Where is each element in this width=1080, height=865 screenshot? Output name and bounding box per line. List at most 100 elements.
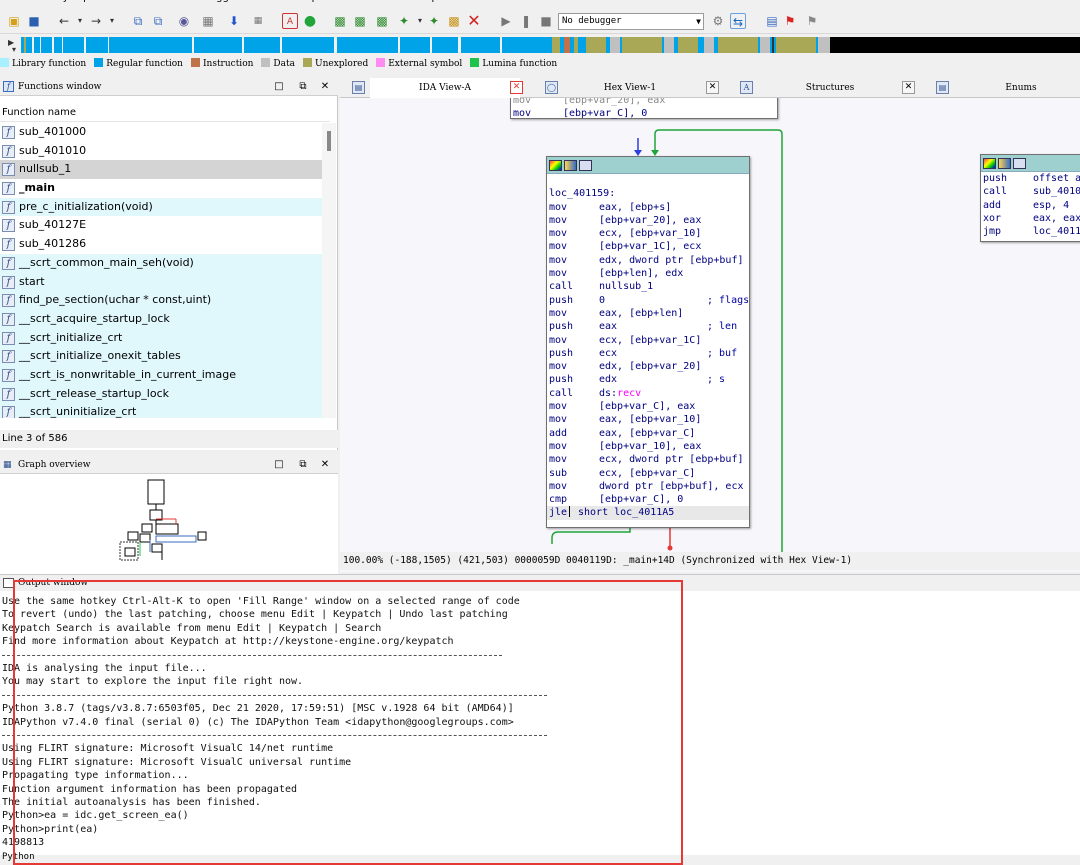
asm-line[interactable]: mov eax, [ebp+var_10] [547, 413, 749, 426]
scrollbar-thumb[interactable] [327, 131, 331, 151]
asm-line[interactable]: cmp [ebp+var_C], 0 [547, 493, 749, 506]
node-color-icon[interactable] [983, 158, 996, 169]
asm-line[interactable]: mov eax, [ebp+len] [547, 307, 749, 320]
binary-search-icon[interactable]: ▦ [250, 13, 266, 29]
breakpoint-icon[interactable]: ⚑ [782, 13, 798, 29]
node-header[interactable] [547, 157, 749, 174]
tab-close-icon[interactable]: ✕ [510, 81, 523, 94]
asm-line[interactable]: xor eax, eax [981, 212, 1080, 225]
menu-item-edit[interactable]: Edit [31, 0, 50, 3]
navigation-strip[interactable] [18, 37, 1080, 53]
chart-icon[interactable]: ▩ [446, 13, 462, 29]
asm-line[interactable]: mov edx, [ebp+var_20] [547, 360, 749, 373]
paste-icon[interactable]: ⧉ [150, 13, 166, 29]
asm-line[interactable]: mov [ebp+var_20], eax [547, 214, 749, 227]
asm-line[interactable]: mov ecx, [ebp+var_10] [547, 227, 749, 240]
menu-item-debugger[interactable]: Debugger [190, 0, 240, 3]
minimize-icon[interactable]: □ [272, 78, 286, 96]
asm-line[interactable]: mov [ebp+len], edx [547, 267, 749, 280]
graph-icon-1[interactable]: ▩ [332, 13, 348, 29]
node-group-icon[interactable] [1013, 158, 1026, 169]
asm-line[interactable]: add esp, 4 [981, 199, 1080, 212]
tab-ida-view-a[interactable]: IDA View-A [370, 78, 520, 98]
function-list-item[interactable]: f find_pe_section(uchar * const,uint) [0, 291, 322, 310]
function-list-item[interactable]: f pre_c_initialization(void) [0, 197, 322, 217]
flow-chart-icon[interactable]: ▩ [374, 13, 390, 29]
function-list-item[interactable]: f __scrt_release_startup_lock [0, 384, 322, 404]
graph-view[interactable]: mov [ebp+var_20], eax mov [ebp+var_C], 0 l… [340, 98, 1080, 552]
forward-icon[interactable]: → [88, 13, 104, 29]
function-list-item[interactable]: f __scrt_common_main_seh(void) [0, 253, 322, 273]
menu-item-search[interactable]: Search [104, 0, 138, 3]
float-icon[interactable]: ⧉ [296, 456, 310, 474]
close-icon[interactable]: ✕ [318, 78, 332, 96]
proximity-icon[interactable]: ✦ [396, 13, 412, 29]
asm-line[interactable]: mov dword ptr [ebp+buf], ecx [547, 480, 749, 493]
function-list-item[interactable]: f __scrt_uninitialize_crt [0, 403, 322, 418]
navigation-band[interactable]: ▶ ▾ [0, 34, 1080, 56]
asm-line[interactable]: jmp loc_4011 [981, 225, 1080, 238]
asm-line[interactable]: push ecx ; buf [547, 347, 749, 360]
function-list-item[interactable]: f sub_40127E [0, 216, 322, 235]
node-graph-icon[interactable] [564, 160, 577, 171]
node-color-icon[interactable] [549, 160, 562, 171]
menu-item-view[interactable]: View [152, 0, 176, 3]
open-folder-icon[interactable]: ▣ [6, 13, 22, 29]
function-list-item[interactable]: f sub_401010 [0, 142, 322, 161]
asm-line[interactable]: mov ecx, [ebp+var_1C] [547, 334, 749, 347]
function-list-item[interactable]: f __scrt_acquire_startup_lock [0, 309, 322, 329]
pause-icon[interactable]: ❚ [518, 13, 534, 29]
copy-icon[interactable]: ⧉ [130, 13, 146, 29]
down-arrow-icon[interactable]: ⬇ [226, 13, 242, 29]
play-icon[interactable]: ▶ [498, 13, 514, 29]
top-code-block[interactable]: mov [ebp+var_20], eax mov [ebp+var_C], 0 [510, 98, 778, 119]
main-code-block[interactable]: loc_401159: mov eax, [ebp+s] mov [ebp+var_2… [546, 156, 750, 528]
xref-icon[interactable]: ✦ [426, 13, 442, 29]
window-icon[interactable]: ▤ [764, 13, 780, 29]
right-code-block[interactable]: push offset a call sub_4010 add esp, 4 xor eax,… [980, 154, 1080, 242]
asm-line[interactable]: mov [ebp+var_10], eax [547, 440, 749, 453]
asm-line[interactable]: push edx ; s [547, 373, 749, 386]
function-list-item[interactable]: f start [0, 272, 322, 292]
asm-line[interactable]: mov [ebp+var_1C], ecx [547, 240, 749, 253]
node-graph-icon[interactable] [998, 158, 1011, 169]
asm-line[interactable]: mov edx, dword ptr [ebp+buf] [547, 254, 749, 267]
node-header[interactable] [981, 155, 1080, 172]
asm-line[interactable]: call nullsub_1 [547, 280, 749, 293]
menu-item-lumina[interactable]: Lumina [253, 0, 290, 3]
asm-line[interactable]: push eax ; len [547, 320, 749, 333]
close-icon[interactable]: ✕ [318, 456, 332, 474]
menu-item-file[interactable]: File [0, 0, 17, 3]
function-list-item[interactable]: f _main [0, 179, 322, 198]
graph-icon-2[interactable]: ▩ [352, 13, 368, 29]
asm-line[interactable]: jle short loc_4011A5 [547, 506, 749, 520]
trace-icon[interactable]: ⚑ [804, 13, 820, 29]
text-search-icon[interactable]: ▦ [200, 13, 216, 29]
python-prompt[interactable]: Python [0, 852, 1080, 863]
asm-line[interactable]: mov eax, [ebp+s] [547, 201, 749, 214]
function-name-column-header[interactable]: Function name [0, 104, 330, 122]
binoculars-icon[interactable]: ◉ [176, 13, 192, 29]
function-list-item[interactable]: f __scrt_is_nonwritable_in_current_image [0, 365, 322, 385]
tab-enums[interactable]: Enums [956, 78, 1080, 98]
run-script-icon[interactable]: ● [302, 13, 318, 29]
back-icon[interactable]: ← [56, 13, 72, 29]
tab-structures[interactable]: Structures [760, 78, 900, 98]
asm-line[interactable]: push 0 ; flags [547, 294, 749, 307]
node-group-icon[interactable] [579, 160, 592, 171]
asm-line[interactable]: push offset a [981, 172, 1080, 185]
debugger-select[interactable]: No debugger ▼ [558, 13, 704, 30]
minimize-icon[interactable]: □ [272, 456, 286, 474]
asm-line[interactable]: call sub_4010 [981, 185, 1080, 198]
function-list-item[interactable]: f sub_401286 [0, 235, 322, 254]
stop-icon[interactable]: ■ [538, 13, 554, 29]
asm-line[interactable]: mov [ebp+var_C], eax [547, 400, 749, 413]
tab-close-icon[interactable]: ✕ [902, 81, 915, 94]
function-list-item[interactable]: f __scrt_initialize_crt [0, 328, 322, 348]
function-list-scrollbar[interactable] [322, 123, 336, 418]
asm-line[interactable]: add eax, [ebp+var_C] [547, 427, 749, 440]
menu-item-jump[interactable]: Jump [64, 0, 89, 3]
sync-icon[interactable]: ⇆ [730, 13, 746, 29]
back-dropdown-icon[interactable]: ▾ [72, 13, 88, 29]
text-view-icon[interactable]: A [282, 13, 298, 29]
